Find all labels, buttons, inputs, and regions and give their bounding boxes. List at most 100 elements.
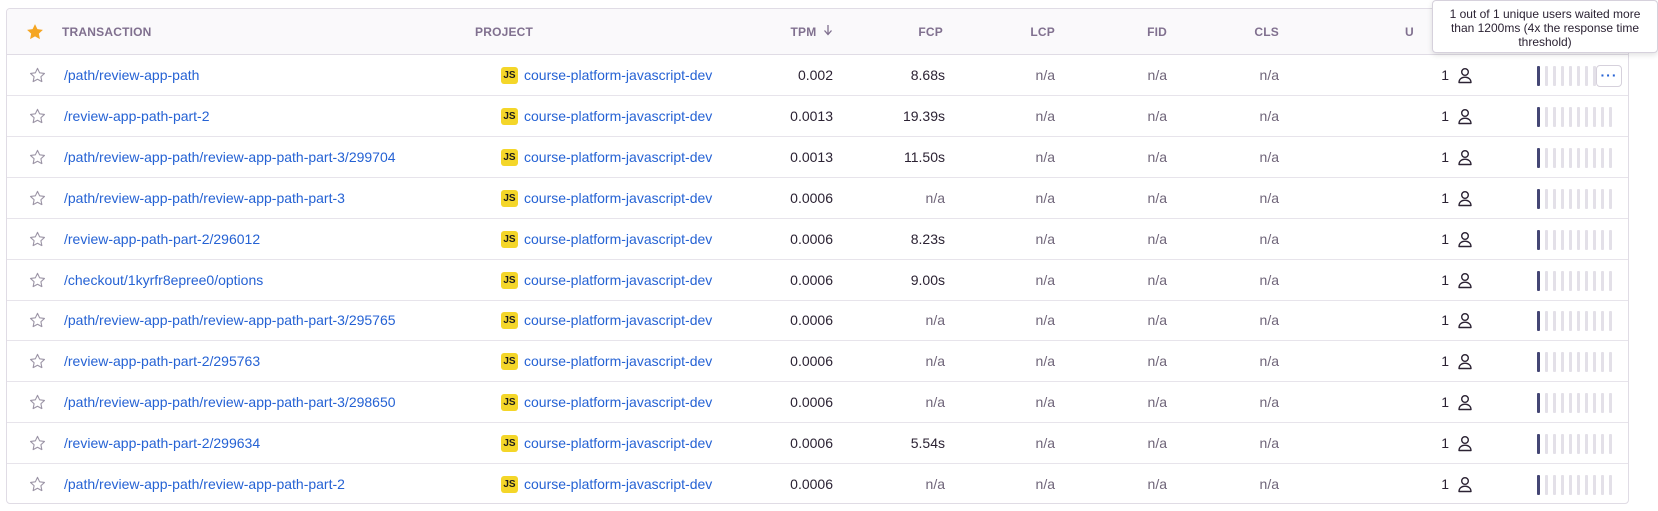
user-misery-segment [1585,270,1588,291]
user-misery-bar[interactable] [1537,106,1617,127]
tpm-value: 0.0013 [790,107,833,124]
transaction-link[interactable]: /path/review-app-path/review-app-path-pa… [64,382,396,423]
user-misery-segment [1569,66,1572,86]
column-header-transaction[interactable]: TRANSACTION [62,9,152,55]
user-misery-segment [1537,229,1540,250]
user-misery-segment [1585,434,1588,455]
column-header-users[interactable]: U [1405,9,1414,55]
user-misery-segment [1561,475,1564,495]
fcp-value: n/a [925,353,945,370]
user-misery-segment [1537,106,1540,127]
user-misery-bar[interactable] [1537,188,1617,209]
users-count: 1 [1441,67,1449,83]
column-header-tpm[interactable]: TPM [767,9,833,55]
user-misery-segment [1593,393,1596,414]
user-misery-segment [1601,106,1604,127]
transaction-link[interactable]: /review-app-path-part-2/296012 [64,219,260,260]
user-icon [1458,149,1472,165]
project-link[interactable]: course-platform-javascript-dev [524,464,712,503]
user-misery-bar[interactable] [1537,352,1617,373]
user-misery-segment [1553,475,1556,495]
user-misery-segment [1553,393,1556,414]
user-misery-segment [1577,311,1580,332]
star-outline-icon[interactable] [28,189,47,208]
transaction-link[interactable]: /checkout/1kyrfr8epree0/options [64,260,263,301]
user-misery-segment [1593,229,1596,250]
project-link[interactable]: course-platform-javascript-dev [524,341,712,382]
star-outline-icon[interactable] [28,352,47,371]
user-misery-segment [1601,147,1604,168]
user-misery-segment [1569,475,1572,495]
user-misery-segment [1569,147,1572,168]
user-misery-segment [1569,434,1572,455]
project-link[interactable]: course-platform-javascript-dev [524,178,712,219]
star-outline-icon[interactable] [28,434,47,453]
user-misery-segment [1601,475,1604,495]
table-row: /review-app-path-part-2/296012 JS course-p… [7,219,1628,260]
user-misery-segment [1553,66,1556,86]
project-link[interactable]: course-platform-javascript-dev [524,260,712,301]
user-misery-bar[interactable] [1537,270,1617,291]
user-misery-bar[interactable] [1537,475,1617,495]
star-outline-icon[interactable] [28,148,47,167]
star-filled-icon[interactable] [25,22,45,42]
column-header-cls[interactable]: CLS [1217,9,1279,55]
project-link[interactable]: course-platform-javascript-dev [524,423,712,464]
star-outline-icon[interactable] [28,107,47,126]
star-outline-icon[interactable] [28,271,47,290]
star-outline-icon[interactable] [28,311,47,330]
transaction-link[interactable]: /path/review-app-path/review-app-path-pa… [64,178,345,219]
tpm-value: 0.0006 [790,271,833,288]
user-icon [1458,313,1472,329]
project-link[interactable]: course-platform-javascript-dev [524,219,712,260]
column-header-fid[interactable]: FID [1107,9,1167,55]
user-misery-segment [1601,311,1604,332]
user-misery-segment [1593,188,1596,209]
transaction-link[interactable]: /path/review-app-path/review-app-path-pa… [64,464,345,503]
star-outline-icon[interactable] [28,475,47,494]
transaction-link[interactable]: /review-app-path-part-2 [64,96,210,137]
user-misery-segment [1609,393,1612,414]
user-misery-bar[interactable] [1537,229,1617,250]
user-misery-segment [1545,188,1548,209]
transaction-link[interactable]: /review-app-path-part-2/299634 [64,423,260,464]
user-misery-segment [1537,188,1540,209]
user-misery-segment [1545,434,1548,455]
project-link[interactable]: course-platform-javascript-dev [524,137,712,178]
lcp-value: n/a [1035,435,1055,452]
user-misery-segment [1553,229,1556,250]
user-misery-segment [1585,475,1588,495]
user-misery-bar[interactable] [1537,147,1617,168]
user-misery-bar[interactable] [1537,393,1617,414]
project-link[interactable]: course-platform-javascript-dev [524,96,712,137]
column-header-lcp[interactable]: LCP [997,9,1055,55]
fid-value: n/a [1147,476,1167,492]
star-outline-icon[interactable] [28,66,47,85]
column-header-fcp[interactable]: FCP [887,9,943,55]
user-misery-bar[interactable] [1537,434,1617,455]
javascript-icon: JS [501,67,518,84]
user-misery-segment [1585,147,1588,168]
user-misery-segment [1537,393,1540,414]
transaction-link[interactable]: /path/review-app-path/review-app-path-pa… [64,137,396,178]
project-link[interactable]: course-platform-javascript-dev [524,55,712,96]
transaction-link[interactable]: /review-app-path-part-2/295763 [64,341,260,382]
user-misery-segment [1593,475,1596,495]
user-misery-segment [1585,311,1588,332]
star-outline-icon[interactable] [28,393,47,412]
user-misery-bar[interactable] [1537,311,1617,332]
javascript-icon: JS [501,312,518,330]
user-misery-segment [1569,229,1572,250]
fid-value: n/a [1147,394,1167,411]
user-misery-segment [1593,434,1596,455]
transaction-link[interactable]: /path/review-app-path/review-app-path-pa… [64,300,396,341]
transaction-link[interactable]: /path/review-app-path [64,55,199,96]
star-outline-icon[interactable] [28,230,47,249]
lcp-value: n/a [1035,312,1055,329]
column-header-project[interactable]: PROJECT [475,9,533,55]
user-misery-segment [1537,475,1540,495]
project-link[interactable]: course-platform-javascript-dev [524,300,712,341]
project-link[interactable]: course-platform-javascript-dev [524,382,712,423]
more-actions-button[interactable]: ··· [1596,65,1622,87]
cls-value: n/a [1259,394,1279,411]
